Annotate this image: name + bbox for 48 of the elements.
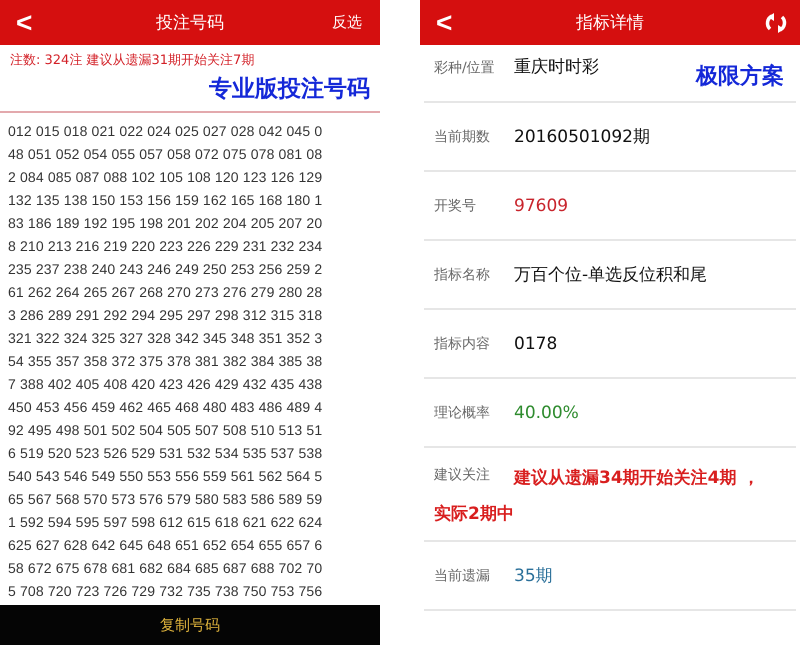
field-label: 开奖号	[434, 196, 477, 214]
field-label: 指标内容	[434, 334, 491, 352]
screen-title: 指标详情	[576, 12, 644, 34]
number-line: 54 355 357 358 372 375 378 381 382 384 385 38	[8, 352, 324, 371]
number-line: 1 592 594 595 597 598 612 615 618 621 622 624	[8, 513, 324, 532]
number-line: 65 567 568 570 573 576 579 580 583 586 589 59	[8, 490, 324, 509]
number-line: 450 453 456 459 462 465 468 480 483 486 489 4	[8, 398, 324, 417]
number-line: 7 388 402 405 408 420 423 426 429 432 435 438	[8, 375, 324, 394]
number-line: 61 262 264 265 267 268 270 273 276 279 280 28	[8, 283, 324, 302]
number-line: 625 627 628 642 645 648 651 652 654 655 657 6	[8, 536, 324, 555]
invert-selection-button[interactable]: 反选	[326, 12, 368, 33]
copy-numbers-button[interactable]: 复制号码	[0, 605, 380, 645]
number-line: 92 495 498 501 502 504 505 507 508 510 513 51	[8, 421, 324, 440]
number-line: 58 672 675 678 681 682 684 685 687 688 702 70	[8, 559, 324, 578]
badge-text: 极限方案	[696, 62, 784, 91]
field-value: 35期	[514, 565, 553, 587]
number-line: 8 210 213 216 219 220 223 226 229 231 232 234	[8, 237, 324, 256]
field-value: 万百个位-单选反位积和尾	[514, 264, 708, 286]
number-line: 235 237 238 240 243 246 249 250 253 256 259 2	[8, 260, 324, 279]
number-line: 321 322 324 325 327 328 342 345 348 351 352 3	[8, 329, 324, 348]
field-label: 指标名称	[434, 266, 491, 284]
number-line: 132 135 138 150 153 156 159 162 165 168 180 1	[8, 191, 324, 210]
number-line: 5 708 720 723 726 729 732 735 738 750 753 756	[8, 582, 324, 601]
field-value: 40.00%	[514, 402, 579, 422]
field-value: 建议从遗漏34期开始关注4期 ，	[514, 467, 760, 489]
field-value: 97609	[514, 196, 568, 216]
back-button[interactable]: <	[432, 6, 456, 38]
field-value: 20160501092期	[514, 126, 650, 148]
field-value-continued: 实际2期中	[434, 503, 515, 525]
refresh-icon[interactable]	[764, 12, 788, 34]
number-line: 2 084 085 087 088 102 105 108 120 123 126 129	[8, 168, 324, 187]
screen-title: 投注号码	[156, 12, 224, 34]
field-value: 0178	[514, 334, 558, 354]
number-line: 012 015 018 021 022 024 025 027 028 042 045 0	[8, 122, 324, 141]
field-label: 彩种/位置	[434, 59, 496, 77]
field-label: 当前期数	[434, 128, 491, 146]
number-line: 540 543 546 549 550 553 556 559 561 562 564 5	[8, 467, 324, 486]
number-line: 83 186 189 192 195 198 201 202 204 205 207 20	[8, 214, 324, 233]
summary-text: 注数: 324注 建议从遗漏31期开始关注7期	[10, 52, 256, 69]
back-button[interactable]: <	[12, 6, 36, 38]
number-line: 6 519 520 523 526 529 531 532 534 535 537 538	[8, 444, 324, 463]
field-label: 当前遗漏	[434, 566, 491, 584]
number-line: 48 051 052 054 055 057 058 072 075 078 081 08	[8, 145, 324, 164]
field-label: 理论概率	[434, 404, 491, 422]
field-value: 重庆时时彩	[514, 56, 599, 78]
number-line: 3 286 289 291 292 294 295 297 298 312 315 318	[8, 306, 324, 325]
banner-text: 专业版投注号码	[209, 75, 370, 104]
field-label: 建议关注	[434, 466, 491, 484]
